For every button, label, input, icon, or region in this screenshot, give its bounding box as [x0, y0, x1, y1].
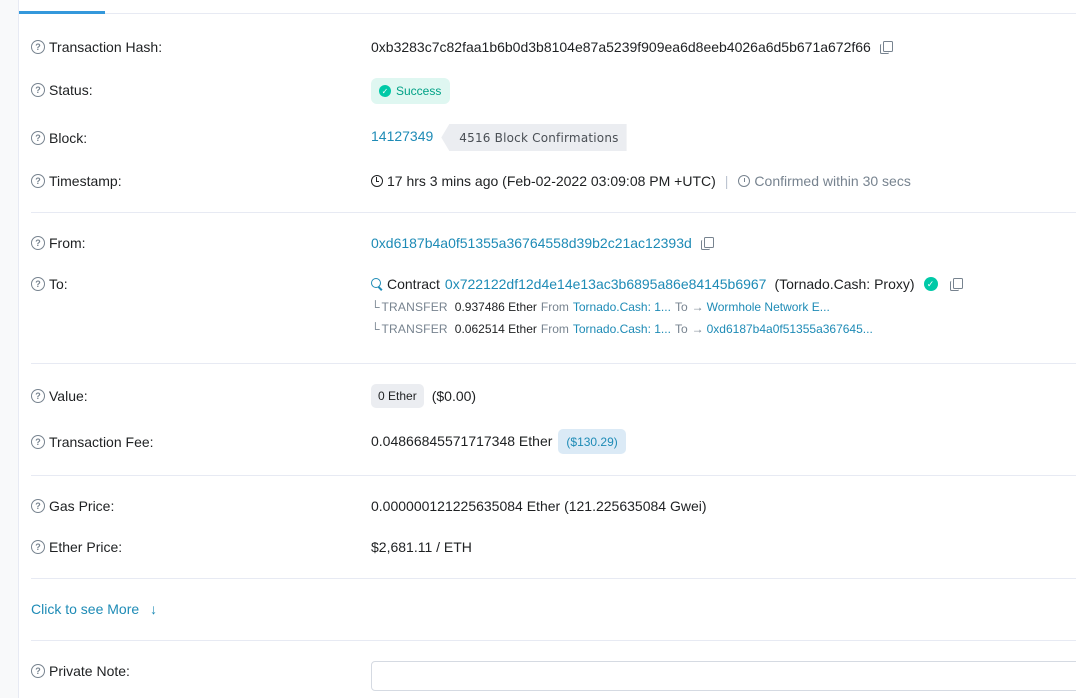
tree-connector: └ — [371, 300, 380, 314]
transfer-amount: 0.062514 Ether — [454, 322, 537, 336]
see-more-link[interactable]: Click to see More ↓ — [31, 601, 157, 617]
from-address-link[interactable]: 0xd6187b4a0f51355a36764558d39b2c21ac1239… — [371, 235, 692, 251]
block-number-link[interactable]: 14127349 — [371, 128, 433, 144]
tree-connector: └ — [371, 322, 380, 336]
transfer-item: └ TRANSFER 0.937486 Ether From Tornado.C… — [371, 300, 830, 314]
label-private-note: ? Private Note: — [31, 663, 130, 679]
value-ether-price: $2,681.11 / ETH — [371, 539, 472, 555]
value-transaction-fee: 0.04866845571717348 Ether ($130.29) — [371, 429, 626, 454]
arrow-right-icon: → — [691, 300, 704, 314]
question-circle-icon[interactable]: ? — [31, 40, 45, 54]
copy-icon[interactable] — [700, 236, 714, 250]
label-value: ? Value: — [31, 388, 88, 404]
transaction-hash-text: 0xb3283c7c82faa1b6b0d3b8104e87a5239f909e… — [371, 39, 871, 55]
transfer-to-link[interactable]: Wormhole Network E... — [707, 300, 830, 314]
question-circle-icon[interactable]: ? — [31, 540, 45, 554]
arrow-down-icon: ↓ — [150, 601, 158, 617]
question-circle-icon[interactable]: ? — [31, 664, 45, 678]
transfer-from-link[interactable]: Tornado.Cash: 1... — [573, 322, 671, 336]
value-value: 0 Ether ($0.00) — [371, 384, 476, 408]
transfer-item: └ TRANSFER 0.062514 Ether From Tornado.C… — [371, 322, 873, 336]
verified-check-icon: ✓ — [923, 277, 938, 291]
question-circle-icon[interactable]: ? — [31, 131, 45, 145]
question-circle-icon[interactable]: ? — [31, 83, 45, 97]
private-note-input[interactable] — [371, 661, 1076, 691]
copy-icon[interactable] — [879, 40, 893, 54]
tab-overview-active-indicator[interactable] — [19, 11, 105, 14]
question-circle-icon[interactable]: ? — [31, 435, 45, 449]
value-status: ✓ Success — [371, 78, 451, 104]
timestamp-text: 17 hrs 3 mins ago (Feb-02-2022 03:09:08 … — [387, 173, 716, 189]
divider — [31, 363, 1076, 364]
transfer-from-link[interactable]: Tornado.Cash: 1... — [573, 300, 671, 314]
transaction-details-card: ? Transaction Hash: 0xb3283c7c82faa1b6b0… — [18, 0, 1076, 698]
question-circle-icon[interactable]: ? — [31, 499, 45, 513]
label-transaction-fee: ? Transaction Fee: — [31, 434, 154, 450]
question-circle-icon[interactable]: ? — [31, 389, 45, 403]
question-circle-icon[interactable]: ? — [31, 236, 45, 250]
search-icon[interactable] — [371, 278, 381, 288]
value-transaction-hash: 0xb3283c7c82faa1b6b0d3b8104e87a5239f909e… — [371, 39, 893, 55]
label-status: ? Status: — [31, 82, 93, 98]
transfer-from-label: From — [540, 322, 569, 336]
divider — [31, 475, 1076, 476]
contract-name: (Tornado.Cash: Proxy) — [774, 276, 915, 292]
label-transaction-hash: ? Transaction Hash: — [31, 39, 162, 55]
question-circle-icon[interactable]: ? — [31, 277, 45, 291]
label-to: ? To: — [31, 276, 68, 292]
check-circle-icon: ✓ — [379, 85, 391, 97]
label-gas-price: ? Gas Price: — [31, 498, 114, 514]
label-from: ? From: — [31, 235, 86, 251]
divider — [31, 578, 1076, 579]
transfer-amount: 0.937486 Ether — [454, 300, 537, 314]
clock-icon — [371, 175, 383, 187]
ether-price-text: $2,681.11 / ETH — [371, 539, 472, 555]
divider — [31, 640, 1076, 641]
copy-icon[interactable] — [949, 277, 963, 291]
fee-usd-badge: ($130.29) — [558, 429, 626, 454]
value-usd: ($0.00) — [431, 388, 477, 404]
transfer-to-link[interactable]: 0xd6187b4a0f51355a367645... — [707, 322, 873, 336]
contract-prefix: Contract — [387, 276, 440, 292]
fee-amount: 0.04866845571717348 Ether — [371, 432, 553, 449]
timer-icon — [738, 175, 751, 187]
divider — [31, 212, 1076, 213]
tab-bar — [19, 0, 1076, 14]
confirmed-within-text: Confirmed within 30 secs — [754, 173, 911, 189]
gas-price-text: 0.000000121225635084 Ether (121.22563508… — [371, 498, 707, 514]
transfer-to-label: To — [674, 300, 688, 314]
value-amount-badge: 0 Ether — [371, 384, 424, 408]
question-circle-icon[interactable]: ? — [31, 174, 45, 188]
transfer-keyword: TRANSFER — [381, 300, 448, 314]
status-badge: ✓ Success — [371, 78, 451, 104]
value-from: 0xd6187b4a0f51355a36764558d39b2c21ac1239… — [371, 235, 714, 251]
transfer-from-label: From — [540, 300, 569, 314]
transfer-to-label: To — [674, 322, 688, 336]
label-block: ? Block: — [31, 130, 87, 146]
arrow-right-icon: → — [691, 322, 704, 336]
value-block: 14127349 4516 Block Confirmations — [371, 124, 627, 151]
block-confirmations-badge: 4516 Block Confirmations — [441, 124, 627, 151]
separator: | — [724, 173, 729, 189]
value-timestamp: 17 hrs 3 mins ago (Feb-02-2022 03:09:08 … — [371, 173, 911, 189]
label-timestamp: ? Timestamp: — [31, 173, 122, 189]
transfer-keyword: TRANSFER — [381, 322, 448, 336]
label-ether-price: ? Ether Price: — [31, 539, 122, 555]
value-to: Contract 0x722122df12d4e14e13ac3b6895a86… — [371, 276, 963, 292]
value-gas-price: 0.000000121225635084 Ether (121.22563508… — [371, 498, 707, 514]
contract-address-link[interactable]: 0x722122df12d4e14e13ac3b6895a86e84145b69… — [445, 276, 767, 292]
